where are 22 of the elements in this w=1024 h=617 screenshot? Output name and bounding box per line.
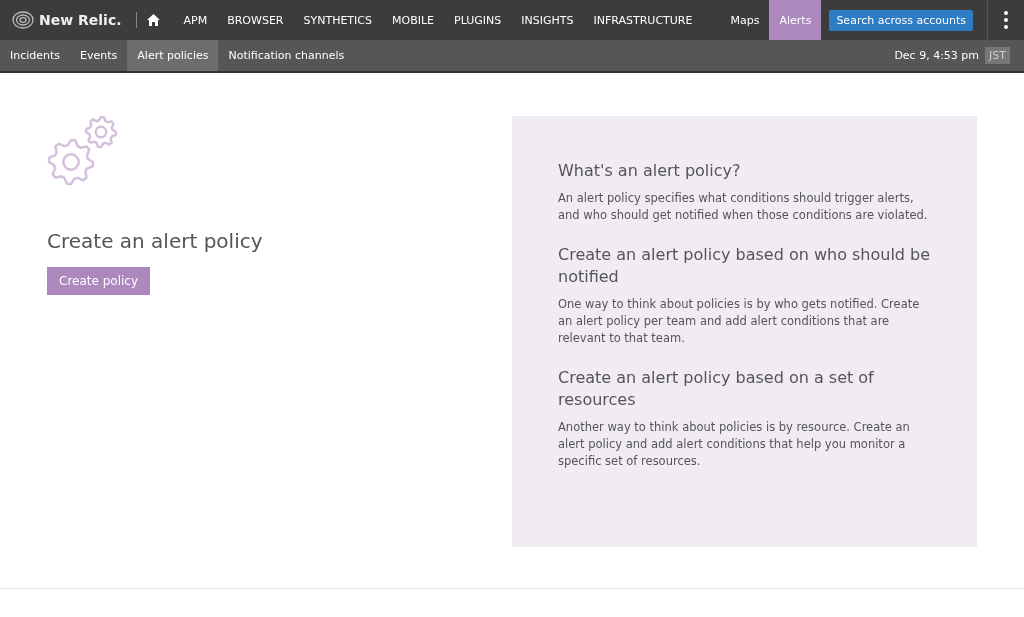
nav-tab[interactable]: BROWSER — [217, 0, 294, 40]
nav-tab[interactable]: Maps — [720, 0, 770, 40]
datetime: Dec 9, 4:53 pm — [894, 49, 980, 62]
subnav-tab[interactable]: Events — [70, 40, 128, 71]
brand-name[interactable]: New Relic. — [39, 12, 122, 28]
nav-tab[interactable]: APM — [173, 0, 218, 40]
info-heading: Create an alert policy based on a set of resources — [558, 367, 875, 411]
nav-tab[interactable]: SYNTHETICS — [293, 0, 382, 40]
nav-tab[interactable]: INFRASTRUCTURE — [583, 0, 703, 40]
info-heading: Create an alert policy based on who should be notified — [558, 244, 932, 288]
subnav-tab[interactable]: Notification channels — [218, 40, 355, 71]
search-button[interactable]: Search across accounts — [829, 9, 973, 31]
subnav-tab[interactable]: Alert policies — [127, 40, 219, 71]
info-text: An alert policy specifies what conditions should trigger alerts, and who should get notified when those conditions are violated. — [558, 190, 929, 224]
nav-tab[interactable]: PLUGINS — [444, 0, 512, 40]
info-heading: What's an alert policy? — [558, 160, 742, 182]
info-text: One way to think about policies is by who gets notified. Create an alert policy per team and add alert conditions that are relevant to that team. — [558, 296, 921, 347]
info-text: Another way to think about policies is by resource. Create an alert policy and add alert conditions that help you monitor a specific set of resources. — [558, 419, 911, 470]
nav-tab[interactable]: INSIGHTS — [511, 0, 584, 40]
subnav-tab[interactable]: Incidents — [0, 40, 71, 71]
page-heading: Create an alert policy — [47, 229, 264, 253]
nav-tab[interactable]: MOBILE — [382, 0, 444, 40]
